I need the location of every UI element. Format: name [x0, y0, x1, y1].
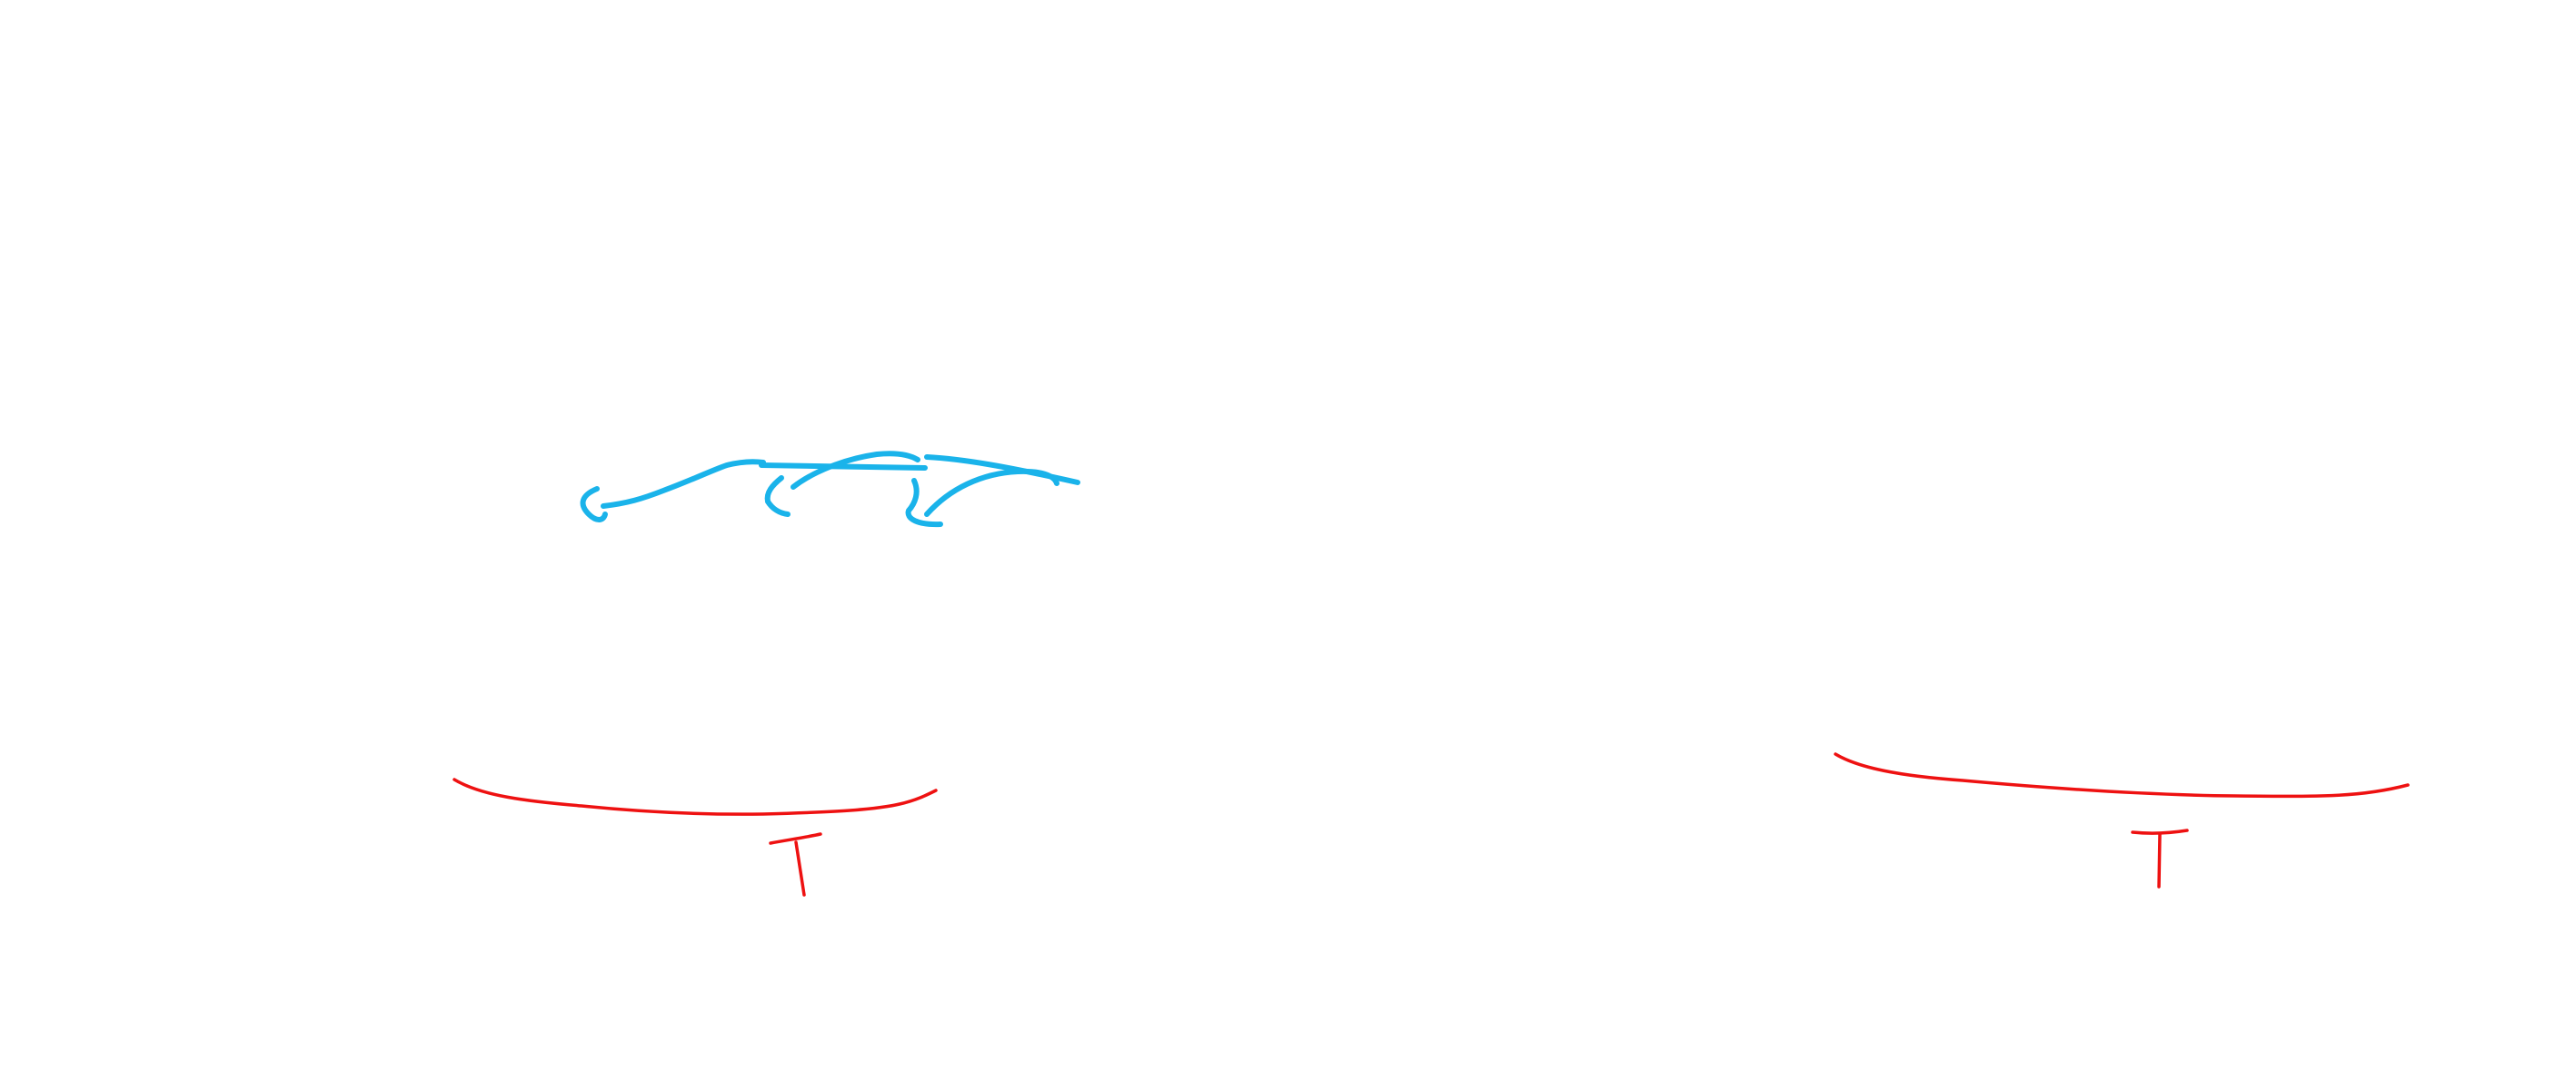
red-curve-right [1834, 752, 2410, 799]
blue-sketch-group [580, 451, 1080, 528]
blue-stroke-mid-hook [764, 475, 791, 517]
blue-stroke-top-line [759, 462, 928, 471]
red-t-left-stem [794, 840, 806, 897]
blue-stroke-right-arc [924, 468, 1059, 517]
sketch-svg [453, 451, 2410, 897]
blue-stroke-right-tail [924, 454, 1080, 485]
red-t-right-stem [2157, 832, 2162, 889]
blue-stroke-main-swoop [601, 459, 766, 509]
drawing-canvas[interactable] [0, 0, 2576, 1073]
blue-stroke-mid-arc [791, 451, 920, 490]
red-sketch-group [453, 752, 2410, 897]
red-curve-left [453, 778, 938, 816]
